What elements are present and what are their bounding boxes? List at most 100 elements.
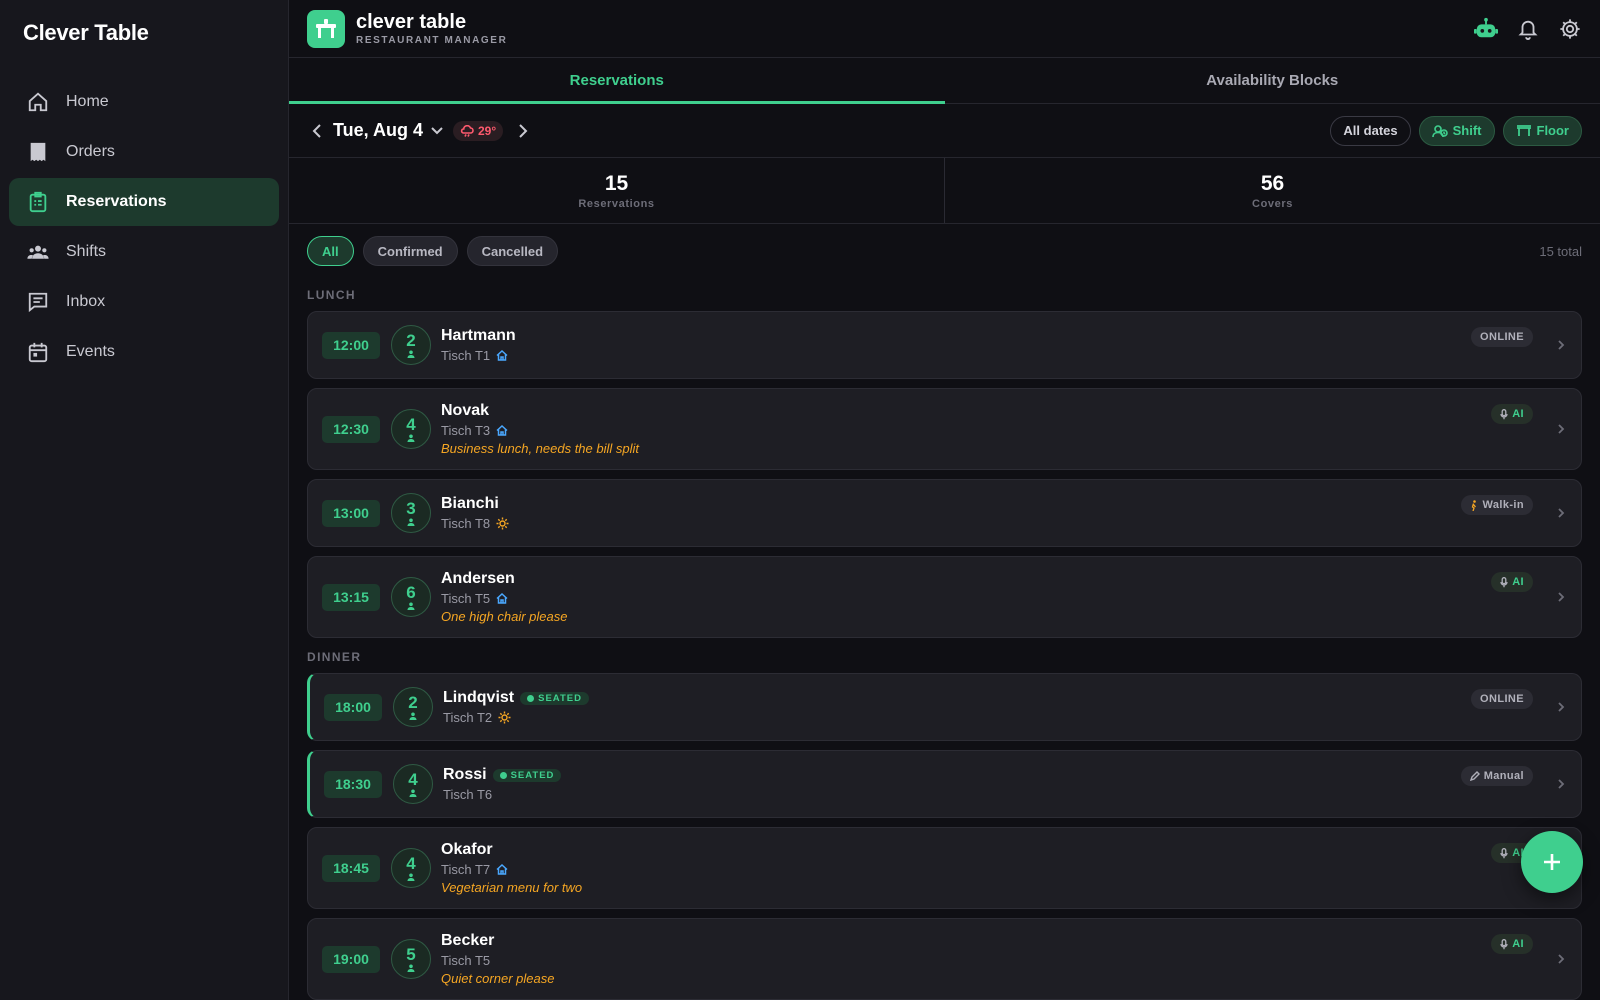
chevron-right-icon	[1558, 954, 1565, 964]
rain-cloud-icon	[460, 124, 474, 137]
reservation-card[interactable]: 13:00 3 Bianchi Tisch T8 Walk-in	[307, 479, 1582, 547]
bell-icon[interactable]	[1516, 17, 1540, 41]
sidebar-item-label: Reservations	[66, 193, 167, 210]
table-icon	[1516, 124, 1531, 136]
total-count: 15 total	[1539, 243, 1582, 259]
reservation-card[interactable]: 12:00 2 Hartmann Tisch T1 ONLINE	[307, 311, 1582, 379]
all-dates-button[interactable]: All dates	[1330, 115, 1411, 146]
sidebar-item-label: Shifts	[66, 243, 107, 260]
tab-reservations[interactable]: Reservations	[289, 58, 945, 104]
stat-covers: 56 Covers	[944, 158, 1600, 223]
person-icon	[407, 350, 415, 358]
sidebar-item-label: Orders	[66, 143, 115, 160]
shift-button[interactable]: Shift	[1418, 115, 1495, 146]
sidebar: Clever Table Home Orders Reservations Sh…	[0, 0, 289, 1000]
sidebar-item-shifts[interactable]: Shifts	[9, 228, 279, 276]
walk-icon	[1472, 499, 1477, 511]
chevron-right-icon	[1558, 779, 1565, 789]
table-label: Tisch T5	[441, 591, 491, 606]
indoor-icon	[496, 593, 508, 604]
guest-name: Lindqvist	[443, 689, 515, 706]
table-label: Tisch T8	[441, 516, 491, 531]
reservation-note: One high chair please	[441, 609, 568, 624]
source-badge: Manual	[1460, 766, 1533, 786]
add-reservation-button[interactable]	[1521, 831, 1583, 893]
shift-icon	[1431, 124, 1448, 137]
filter-cancelled[interactable]: Cancelled	[466, 236, 559, 266]
stat-label: Reservations	[578, 197, 655, 210]
chevron-right-icon	[1558, 702, 1565, 712]
reservation-card[interactable]: 18:30 4 Rossi SEATED Tisch T6 Manual	[307, 750, 1582, 818]
sidebar-item-label: Inbox	[66, 293, 106, 310]
reservation-time: 18:45	[322, 854, 380, 882]
stat-value: 56	[1260, 171, 1285, 195]
sidebar-item-events[interactable]: Events	[9, 328, 279, 376]
prev-day-button[interactable]	[309, 123, 325, 139]
source-badge: AI	[1491, 572, 1533, 592]
source-label: AI	[1512, 408, 1524, 420]
pencil-icon	[1469, 771, 1480, 781]
status-dot	[527, 694, 535, 702]
status-dot	[499, 771, 507, 779]
indoor-icon	[496, 425, 508, 436]
person-icon	[409, 789, 417, 797]
filter-confirmed[interactable]: Confirmed	[362, 236, 458, 266]
reservation-card[interactable]: 19:00 5 Becker Tisch T5 Quiet corner please A…	[307, 918, 1582, 1000]
topbar: clever table RESTAURANT MANAGER	[289, 0, 1600, 58]
chevron-right-icon	[1558, 508, 1565, 518]
sidebar-item-inbox[interactable]: Inbox	[9, 278, 279, 326]
person-icon	[409, 712, 417, 720]
seated-badge: SEATED	[520, 691, 589, 705]
party-count: 2	[406, 330, 416, 350]
floor-button[interactable]: Floor	[1502, 115, 1582, 146]
date-bar: Tue, Aug 4 29° All dates Shift Floor	[289, 104, 1600, 158]
reservation-card[interactable]: 13:15 6 Andersen Tisch T5 One high chair ple…	[307, 556, 1582, 638]
reservation-time: 13:15	[322, 583, 380, 611]
guest-name: Hartmann	[441, 327, 516, 344]
reservation-card[interactable]: 18:45 4 Okafor Tisch T7 Vegetarian menu for …	[307, 827, 1582, 909]
date-label[interactable]: Tue, Aug 4	[333, 120, 423, 141]
open-reservation-button[interactable]	[1557, 953, 1565, 965]
table-row: Tisch T5	[441, 953, 554, 968]
party-size: 3	[391, 493, 431, 533]
reservation-time: 12:00	[322, 331, 380, 359]
open-reservation-button[interactable]	[1557, 701, 1565, 713]
open-reservation-button[interactable]	[1557, 778, 1565, 790]
party-size: 6	[391, 577, 431, 617]
sidebar-item-home[interactable]: Home	[9, 78, 279, 126]
open-reservation-button[interactable]	[1557, 591, 1565, 603]
open-reservation-button[interactable]	[1557, 507, 1565, 519]
shift-label: Shift	[1452, 123, 1482, 138]
source-badge: AI	[1491, 934, 1533, 954]
sidebar-item-label: Events	[66, 343, 115, 360]
open-reservation-button[interactable]	[1557, 339, 1565, 351]
reservation-card[interactable]: 12:30 4 Novak Tisch T3 Business lunch, needs…	[307, 388, 1582, 470]
table-row: Tisch T7	[441, 862, 582, 877]
reservation-card[interactable]: 18:00 2 Lindqvist SEATED Tisch T2 ONLINE	[307, 673, 1582, 741]
chevron-right-icon	[1558, 592, 1565, 602]
sidebar-item-label: Home	[66, 93, 109, 110]
guest-name: Bianchi	[441, 495, 499, 512]
filter-all[interactable]: All	[307, 236, 354, 266]
sidebar-item-reservations[interactable]: Reservations	[9, 178, 279, 226]
sidebar-item-orders[interactable]: Orders	[9, 128, 279, 176]
reservation-time: 12:30	[322, 415, 380, 443]
app-title: clever table	[356, 10, 467, 33]
filter-bar: All Confirmed Cancelled 15 total	[289, 224, 1600, 278]
tab-availability-blocks[interactable]: Availability Blocks	[945, 58, 1600, 103]
open-reservation-button[interactable]	[1557, 423, 1565, 435]
source-badge: ONLINE	[1471, 689, 1533, 709]
robot-icon[interactable]	[1474, 17, 1498, 41]
gear-icon[interactable]	[1558, 17, 1582, 41]
app-root: Clever Table Home Orders Reservations Sh…	[0, 0, 1600, 1000]
source-badge: AI	[1491, 404, 1533, 424]
reservation-time: 18:00	[324, 693, 382, 721]
people-icon	[27, 241, 49, 263]
sun-icon	[498, 711, 511, 724]
section-lunch: LUNCH	[307, 288, 356, 302]
stat-label: Covers	[1252, 197, 1293, 210]
lunch-cards: 12:00 2 Hartmann Tisch T1 ONLINE 12:30 4 Novak T…	[307, 311, 1582, 638]
name-row: Lindqvist SEATED	[443, 689, 589, 707]
chevron-down-icon[interactable]	[431, 126, 443, 135]
next-day-button[interactable]	[515, 123, 531, 139]
